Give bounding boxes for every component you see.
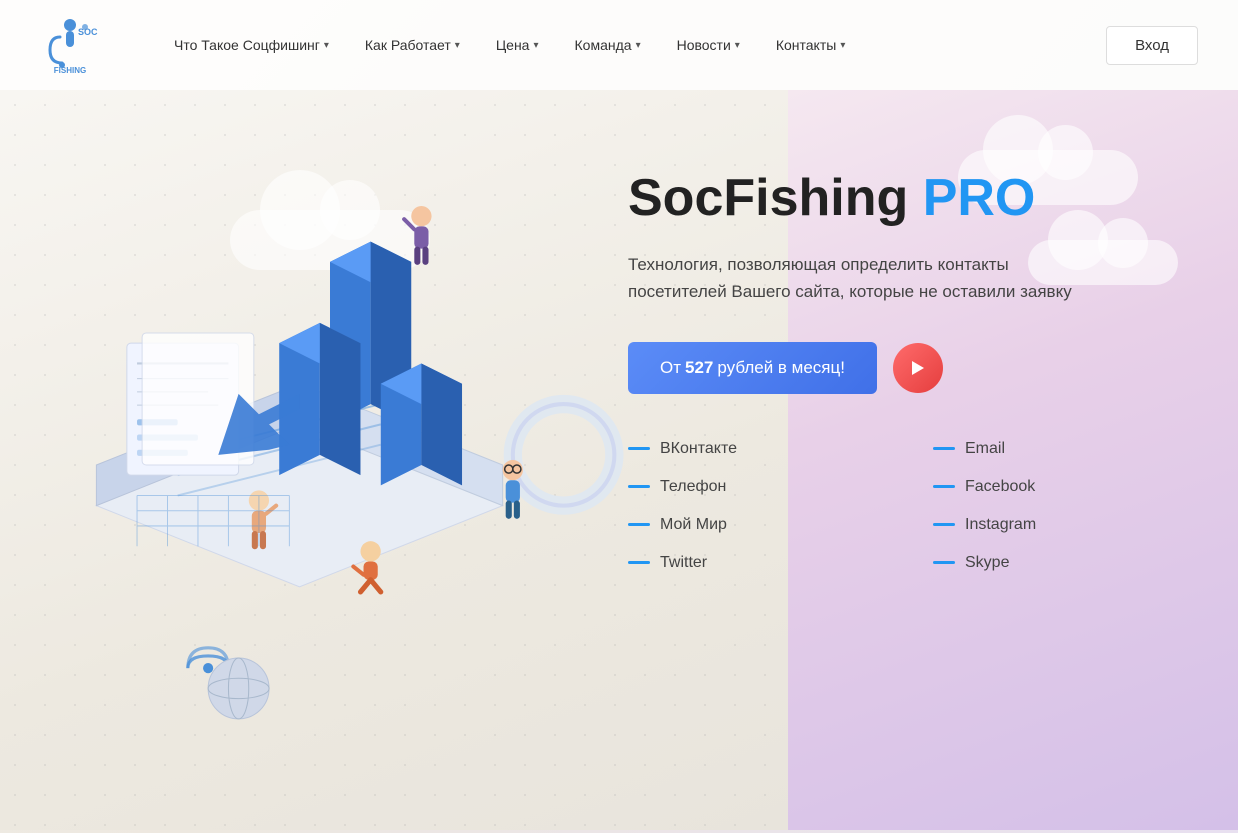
features-grid: ВКонтакте Email Телефон Facebook Мой Мир — [628, 434, 1178, 578]
chevron-down-icon: ▾ — [840, 40, 845, 51]
feature-email: Email — [933, 434, 1178, 464]
feature-instagram: Instagram — [933, 510, 1178, 540]
feature-vkontakte: ВКонтакте — [628, 434, 873, 464]
feature-dash-icon — [933, 447, 955, 450]
nav-item-contacts[interactable]: Контакты ▾ — [762, 29, 860, 61]
hero-subtitle: Технология, позволяющая определить конта… — [628, 251, 1108, 305]
feature-twitter: Twitter — [628, 548, 873, 578]
feature-dash-icon — [628, 485, 650, 488]
feature-skype: Skype — [933, 548, 1178, 578]
feature-dash-icon — [628, 523, 650, 526]
chevron-down-icon: ▾ — [735, 40, 740, 51]
chevron-down-icon: ▾ — [324, 40, 329, 51]
hero-illustration — [30, 140, 630, 790]
nav-item-socfishing[interactable]: Что Такое Соцфишинг ▾ — [160, 29, 343, 61]
feature-dash-icon — [933, 523, 955, 526]
cta-arrow-button[interactable] — [893, 343, 943, 393]
login-button[interactable]: Вход — [1106, 26, 1198, 65]
feature-dash-icon — [628, 561, 650, 564]
logo[interactable]: FISHING SOC — [40, 15, 100, 75]
cta-button[interactable]: От 527 рублей в месяц! — [628, 342, 877, 394]
hero-title: SocFishing PRO — [628, 170, 1178, 227]
nav-links: Что Такое Соцфишинг ▾ Как Работает ▾ Цен… — [160, 29, 1106, 61]
nav-item-team[interactable]: Команда ▾ — [561, 29, 655, 61]
nav-login: Вход — [1106, 26, 1198, 65]
cta-row: От 527 рублей в месяц! — [628, 342, 1178, 394]
feature-dash-icon — [933, 561, 955, 564]
feature-moimir: Мой Мир — [628, 510, 873, 540]
feature-facebook: Facebook — [933, 472, 1178, 502]
page-wrapper: FISHING SOC Что Такое Соцфишинг ▾ Как Ра… — [0, 0, 1238, 833]
navbar: FISHING SOC Что Такое Соцфишинг ▾ Как Ра… — [0, 0, 1238, 90]
nav-item-news[interactable]: Новости ▾ — [663, 29, 754, 61]
nav-item-howworks[interactable]: Как Работает ▾ — [351, 29, 474, 61]
main-content: SocFishing PRO Технология, позволяющая о… — [0, 90, 1238, 830]
chevron-down-icon: ▾ — [455, 40, 460, 51]
feature-dash-icon — [628, 447, 650, 450]
chevron-down-icon: ▾ — [636, 40, 641, 51]
feature-telefon: Телефон — [628, 472, 873, 502]
nav-item-price[interactable]: Цена ▾ — [482, 29, 553, 61]
svg-text:SOC: SOC — [78, 27, 98, 37]
chevron-down-icon: ▾ — [533, 40, 538, 51]
feature-dash-icon — [933, 485, 955, 488]
hero-content: SocFishing PRO Технология, позволяющая о… — [628, 170, 1178, 578]
svg-text:FISHING: FISHING — [54, 66, 86, 75]
